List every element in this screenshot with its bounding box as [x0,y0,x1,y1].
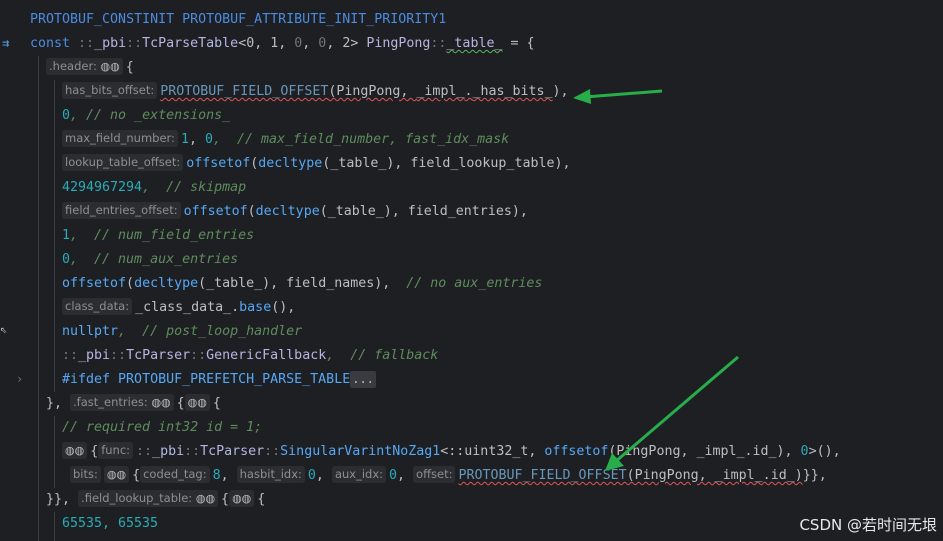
code-line: #ifdef PROTOBUF_PREFETCH_PARSE_TABLE... [62,371,376,388]
indent-guide [54,416,55,488]
eye-icon: ◍◍ [187,396,207,409]
indent-guide [54,80,55,392]
inlay-hint[interactable]: aux_idx: [331,466,387,483]
code-line: bits: ◍◍{coded_tag: 8, hasbit_idx: 0, aux_i… [70,464,827,488]
inlay-hint[interactable]: has_bits_offset: [62,82,158,99]
indent-guide [38,56,39,541]
inlay-hint[interactable]: offset: [413,466,456,483]
code-line: ::_pbi::TcParser::GenericFallback, // fa… [62,348,439,363]
code-editor[interactable]: PROTOBUF_CONSTINIT PROTOBUF_ATTRIBUTE_IN… [24,0,943,541]
code-line: 4294967294, // skipmap [62,180,247,195]
code-line: }}, .field_lookup_table: ◍◍{◍◍{ [46,490,266,507]
code-line: has_bits_offset: PROTOBUF_FIELD_OFFSET(Pi… [62,80,569,104]
editor-gutter: ⇉ ⇖ › [0,0,24,541]
folded-code-region[interactable]: ... [350,371,376,388]
inlay-hint[interactable]: .header: ◍◍ [46,58,123,75]
fold-chevron-icon[interactable]: › [16,372,23,386]
watermark: CSDN @若时间无垠 [799,516,937,534]
eye-icon: ◍◍ [232,492,252,505]
code-line: nullptr, // post_loop_handler [62,324,303,339]
code-line: const ::_pbi::TcParseTable<0, 1, 0, 0, 2… [30,36,535,51]
code-line: field_entries_offset: offsetof(decltype(_… [62,200,528,224]
inlay-hint[interactable]: ◍◍ [62,442,88,459]
code-line: offsetof(decltype(_table_), field_names)… [62,276,543,291]
inlay-hint[interactable]: .field_lookup_table: ◍◍ [78,490,219,507]
code-line: .header: ◍◍{ [46,56,134,80]
inlay-hint[interactable]: lookup_table_offset: [62,154,184,171]
inlay-hint[interactable]: class_data: [62,298,133,315]
code-line: 1, // num_field_entries [62,228,255,243]
eye-icon: ◍◍ [151,396,171,409]
inlay-hint[interactable]: ◍◍ [229,490,255,507]
code-line: lookup_table_offset: offsetof(decltype(_t… [62,152,570,176]
code-line: class_data: _class_data_.base(), [62,296,295,320]
code-line: max_field_number: 1, 0, // max_field_numb… [62,128,509,152]
eye-icon: ◍◍ [106,468,127,481]
inlay-hint[interactable]: func: [98,442,134,459]
inlay-hint[interactable]: max_field_number: [62,130,178,147]
eye-icon: ◍◍ [100,60,120,73]
code-line: PROTOBUF_CONSTINIT PROTOBUF_ATTRIBUTE_IN… [30,12,447,27]
code-line: 0, // no _extensions_ [62,108,231,123]
indent-guide [54,512,55,541]
inlay-hint[interactable]: coded_tag: [140,466,210,483]
code-line: }, .fast_entries: ◍◍{◍◍{ [46,394,221,411]
code-line: 0, // num_aux_entries [62,252,239,267]
implements-icon[interactable]: ⇉ [2,36,9,50]
eye-icon: ◍◍ [195,492,216,505]
code-line: ◍◍{func:::_pbi::TcParser::SingularVarint… [62,440,841,464]
eye-icon: ◍◍ [65,444,85,457]
inlay-hint[interactable]: bits: [70,466,101,483]
code-line: 65535, 65535 [62,516,159,531]
inlay-hint[interactable]: .fast_entries: ◍◍ [70,394,174,411]
inlay-hint[interactable]: field_entries_offset: [62,202,181,219]
code-line: // required int32 id = 1; [62,420,263,435]
inlay-hint[interactable]: ◍◍ [184,394,210,411]
inlay-hint[interactable]: ◍◍ [103,466,130,483]
inlay-hint[interactable]: hasbit_idx: [236,466,305,483]
cursor-arrow-icon: ⇖ [0,322,8,336]
